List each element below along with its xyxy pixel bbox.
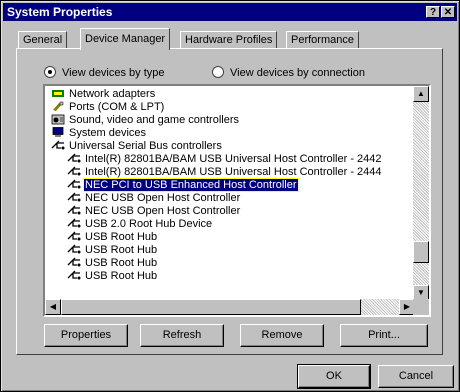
device-list-item[interactable]: USB 2.0 Root Hub Device [67,218,213,231]
close-button[interactable]: ✕ [441,6,455,18]
usb-icon [67,205,81,216]
tab-performance[interactable]: Performance [286,31,359,49]
scroll-up-button[interactable]: ▲ [413,86,429,102]
print-button-label: Print... [368,329,400,341]
scroll-left-button[interactable]: ◀ [45,299,61,315]
tab-general[interactable]: General [18,31,68,49]
help-button[interactable]: ? [426,6,440,18]
device-label: NEC PCI to USB Enhanced Host Controller [83,178,299,192]
sound-icon [51,114,65,125]
device-label: USB 2.0 Root Hub Device [85,218,213,230]
usb-icon [67,179,81,190]
device-list-item[interactable]: Ports (COM & LPT) [51,101,165,114]
arrow-left-icon: ◀ [49,302,57,311]
device-label: Intel(R) 82801BA/BAM USB Universal Host … [85,166,382,178]
remove-button-label: Remove [261,329,303,341]
device-list-item[interactable]: NEC USB Open Host Controller [67,205,241,218]
device-list-item[interactable]: Intel(R) 82801BA/BAM USB Universal Host … [67,153,383,166]
tab-label: General [23,34,63,46]
computer-icon [51,126,65,138]
help-icon: ? [429,7,437,18]
device-label: NEC USB Open Host Controller [85,205,241,217]
horizontal-scrollbar[interactable]: ◀ ▶ [45,299,415,315]
horizontal-scroll-thumb[interactable] [61,299,361,315]
device-list-item[interactable]: USB Root Hub [67,270,158,283]
arrow-down-icon: ▼ [417,288,425,297]
properties-button-label: Properties [60,329,112,341]
view-by-type-radio[interactable]: View devices by type [44,66,165,80]
device-list-item[interactable]: NEC PCI to USB Enhanced Host Controller [67,178,299,192]
close-icon: ✕ [443,7,453,18]
vertical-scrollbar[interactable]: ▲ ▼ [413,86,429,301]
radio-unselected-icon [212,66,224,79]
arrow-up-icon: ▲ [417,89,425,98]
usb-icon [67,270,81,281]
device-label: Universal Serial Bus controllers [69,140,222,152]
device-list-item[interactable]: Universal Serial Bus controllers [51,140,223,153]
usb-icon [67,231,81,242]
ok-button[interactable]: OK [297,364,371,389]
title-bar[interactable]: System Properties ? ✕ [3,3,457,21]
cancel-button[interactable]: Cancel [378,365,454,388]
properties-button[interactable]: Properties [44,324,128,347]
tab-device-manager[interactable]: Device Manager [80,28,171,50]
view-by-connection-label: View devices by connection [230,67,365,79]
usb-icon [67,257,81,268]
arrow-right-icon: ▶ [403,302,411,311]
radio-selected-icon [44,66,56,79]
view-by-type-label: View devices by type [62,67,165,79]
usb-icon [67,166,81,177]
cancel-button-label: Cancel [398,370,434,382]
remove-button[interactable]: Remove [240,324,324,347]
device-label: USB Root Hub [85,257,158,269]
device-label: USB Root Hub [85,244,158,256]
device-list-item[interactable]: Network adapters [51,88,156,101]
device-list-item[interactable]: NEC USB Open Host Controller [67,192,241,205]
device-list[interactable]: Network adapters Ports (COM & LPT) Sound, … [43,84,431,317]
tab-label: Hardware Profiles [185,34,273,46]
print-button[interactable]: Print... [340,324,428,347]
port-icon [51,101,65,112]
scroll-thumb[interactable] [413,241,429,263]
usb-icon [51,140,65,151]
device-label: Network adapters [69,88,156,100]
usb-icon [67,218,81,229]
view-by-connection-radio[interactable]: View devices by connection [212,66,365,80]
device-label: USB Root Hub [85,270,158,282]
device-list-item[interactable]: Intel(R) 82801BA/BAM USB Universal Host … [67,166,383,179]
network-icon [51,88,65,99]
device-list-item[interactable]: USB Root Hub [67,257,158,270]
device-label: System devices [69,127,147,139]
tab-label: Performance [291,34,354,46]
device-label: Intel(R) 82801BA/BAM USB Universal Host … [85,153,382,165]
usb-icon [67,192,81,203]
tab-hardware-profiles[interactable]: Hardware Profiles [180,31,278,49]
device-label: USB Root Hub [85,231,158,243]
device-list-item[interactable]: USB Root Hub [67,244,158,257]
usb-icon [67,244,81,255]
device-list-items: Network adapters Ports (COM & LPT) Sound, … [45,86,415,301]
device-list-item[interactable]: System devices [51,126,147,140]
window-title: System Properties [7,5,113,19]
device-list-item[interactable]: Sound, video and game controllers [51,114,240,127]
scrollbar-corner [413,299,429,315]
device-label: NEC USB Open Host Controller [85,192,241,204]
usb-icon [67,153,81,164]
ok-button-label: OK [326,370,342,382]
device-list-item[interactable]: USB Root Hub [67,231,158,244]
tab-label: Device Manager [85,33,166,45]
device-label: Ports (COM & LPT) [69,101,165,113]
refresh-button[interactable]: Refresh [140,324,224,347]
device-label: Sound, video and game controllers [69,114,239,126]
refresh-button-label: Refresh [162,329,202,341]
